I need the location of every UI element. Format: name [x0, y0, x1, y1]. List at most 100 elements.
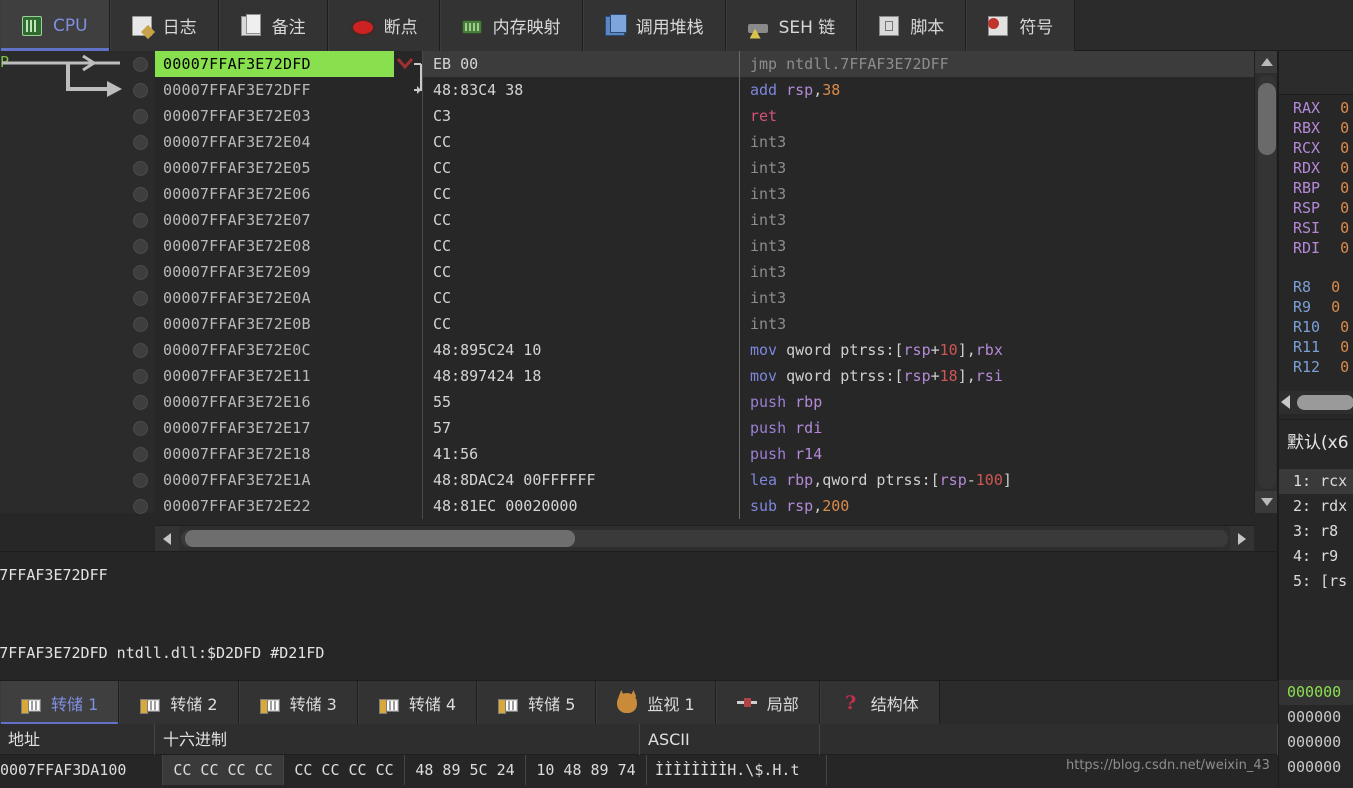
hex-dump-view[interactable]: 地址 十六进制 ASCII 0007FFAF3DA100 CC CC CC CC C…: [0, 724, 1278, 788]
dump-ascii-cell[interactable]: ÌÌÌÌÌÌÌÌH.\$.H.t: [647, 755, 827, 785]
column-header-ascii[interactable]: ASCII: [640, 724, 820, 755]
stack-row[interactable]: 000000: [1279, 730, 1353, 755]
scroll-left-arrow-icon[interactable]: [1281, 395, 1290, 409]
breakpoint-toggle-icon[interactable]: [133, 499, 148, 514]
instruction-text[interactable]: mov qword ptrss:[rsp+18],rsi: [739, 363, 1278, 389]
instruction-address[interactable]: 00007FFAF3E72E16: [155, 389, 394, 415]
instruction-text[interactable]: int3: [739, 233, 1278, 259]
register-horizontal-scrollbar[interactable]: [1279, 391, 1353, 414]
instruction-text[interactable]: lea rbp,qword ptrss:[rsp-100]: [739, 467, 1278, 493]
instruction-bytes[interactable]: CC: [422, 285, 739, 311]
dump-address-cell[interactable]: 0007FFAF3DA100: [0, 755, 163, 785]
breakpoint-toggle-icon[interactable]: [133, 369, 148, 384]
register-row[interactable]: R9 0: [1279, 297, 1353, 317]
instruction-text[interactable]: push rdi: [739, 415, 1278, 441]
tab-5[interactable]: 内存映射: [439, 0, 583, 51]
instruction-text[interactable]: push r14: [739, 441, 1278, 467]
argument-row[interactable]: 1: rcx: [1279, 469, 1353, 494]
instruction-address[interactable]: 00007FFAF3E72E11: [155, 363, 394, 389]
stack-panel[interactable]: 000000 000000 000000 000000: [1278, 680, 1353, 788]
register-row[interactable]: RCX 0: [1279, 138, 1353, 158]
register-value[interactable]: 0: [1340, 138, 1349, 158]
register-row[interactable]: R12 0: [1279, 357, 1353, 377]
instruction-bytes[interactable]: 48:897424 18: [422, 363, 739, 389]
disassembly-row[interactable]: 00007FFAF3E72E09 CC int3: [155, 259, 1278, 285]
dump-hex-group[interactable]: CC CC CC CC: [284, 755, 405, 785]
register-value[interactable]: 0: [1340, 337, 1349, 357]
breakpoint-toggle-icon[interactable]: [133, 421, 148, 436]
register-row[interactable]: RBP 0: [1279, 178, 1353, 198]
breakpoint-toggle-icon[interactable]: [133, 213, 148, 228]
instruction-address[interactable]: 00007FFAF3E72E17: [155, 415, 394, 441]
instruction-text[interactable]: int3: [739, 207, 1278, 233]
register-value[interactable]: 0: [1331, 297, 1340, 317]
register-row[interactable]: RDI 0: [1279, 238, 1353, 258]
instruction-bytes[interactable]: CC: [422, 233, 739, 259]
breakpoint-toggle-icon[interactable]: [133, 109, 148, 124]
instruction-bytes[interactable]: 41:56: [422, 441, 739, 467]
breakpoint-toggle-icon[interactable]: [133, 291, 148, 306]
instruction-bytes[interactable]: 48:83C4 38: [422, 77, 739, 103]
scroll-left-arrow-icon[interactable]: [155, 526, 179, 551]
argument-row[interactable]: 5: [rs: [1279, 569, 1353, 594]
stack-row[interactable]: 000000: [1279, 705, 1353, 730]
instruction-address[interactable]: 00007FFAF3E72E08: [155, 233, 394, 259]
column-header-hex[interactable]: 十六进制: [155, 724, 640, 755]
dump-tab-2[interactable]: 转储 2: [119, 681, 239, 725]
register-row[interactable]: RBX 0: [1279, 118, 1353, 138]
dump-tab-8[interactable]: ? 结构体: [819, 681, 940, 725]
disassembly-row[interactable]: 00007FFAF3E72E1A 48:8DAC24 00FFFFFF lea rb…: [155, 467, 1278, 493]
instruction-address[interactable]: 00007FFAF3E72E0B: [155, 311, 394, 337]
instruction-bytes[interactable]: CC: [422, 181, 739, 207]
disassembly-row[interactable]: 00007FFAF3E72E06 CC int3: [155, 181, 1278, 207]
instruction-address[interactable]: 00007FFAF3E72E06: [155, 181, 394, 207]
disassembly-row[interactable]: 00007FFAF3E72E0A CC int3: [155, 285, 1278, 311]
register-value[interactable]: 0: [1340, 178, 1349, 198]
instruction-bytes[interactable]: CC: [422, 155, 739, 181]
dump-tab-4[interactable]: 转储 4: [357, 681, 478, 725]
instruction-address[interactable]: 00007FFAF3E72E0A: [155, 285, 394, 311]
breakpoint-toggle-icon[interactable]: [133, 135, 148, 150]
instruction-bytes[interactable]: 48:81EC 00020000: [422, 493, 739, 519]
register-row[interactable]: RDX 0: [1279, 158, 1353, 178]
tab-7[interactable]: SEH 链: [725, 0, 858, 51]
register-panel[interactable]: RAX 0 RBX 0 RCX 0 RDX 0 RBP 0 RSP 0 RSI 0 RDI 0 R8 0 R9 0 R1…: [1278, 51, 1353, 680]
register-value[interactable]: 0: [1340, 357, 1349, 377]
scroll-up-arrow-icon[interactable]: [1255, 51, 1278, 73]
instruction-text[interactable]: int3: [739, 155, 1278, 181]
instruction-bytes[interactable]: CC: [422, 207, 739, 233]
instruction-text[interactable]: ret: [739, 103, 1278, 129]
dump-hex-group[interactable]: 48 89 5C 24: [405, 755, 526, 785]
disassembly-row[interactable]: 00007FFAF3E72E18 41:56 push r14: [155, 441, 1278, 467]
disassembly-row[interactable]: 00007FFAF3E72E04 CC int3: [155, 129, 1278, 155]
instruction-text[interactable]: jmp ntdll.7FFAF3E72DFF: [739, 51, 1278, 77]
instruction-text[interactable]: int3: [739, 181, 1278, 207]
argument-row[interactable]: 4: r9: [1279, 544, 1353, 569]
breakpoint-toggle-icon[interactable]: [133, 161, 148, 176]
disassembly-row[interactable]: 00007FFAF3E72E16 55 push rbp: [155, 389, 1278, 415]
disassembly-row[interactable]: 00007FFAF3E72E03 C3 ret: [155, 103, 1278, 129]
hscrollbar-thumb[interactable]: [185, 530, 575, 547]
register-row[interactable]: R10 0: [1279, 317, 1353, 337]
instruction-text[interactable]: int3: [739, 129, 1278, 155]
breakpoint-toggle-icon[interactable]: [133, 447, 148, 462]
instruction-address[interactable]: 00007FFAF3E72E03: [155, 103, 394, 129]
instruction-address[interactable]: 00007FFAF3E72DFF: [155, 77, 394, 103]
register-value[interactable]: 0: [1331, 277, 1340, 297]
disassembly-vertical-scrollbar[interactable]: [1254, 51, 1278, 513]
disassembly-view[interactable]: P 00007FFAF3E72DFD EB 00 jmp ntdll.7FFAF3E…: [0, 51, 1278, 551]
instruction-bytes[interactable]: CC: [422, 259, 739, 285]
tab-4[interactable]: 断点: [327, 0, 440, 51]
breakpoint-toggle-icon[interactable]: [133, 239, 148, 254]
hscrollbar-thumb[interactable]: [1297, 395, 1353, 410]
dump-hex-group[interactable]: 10 48 89 74: [526, 755, 647, 785]
dump-hex-group[interactable]: CC CC CC CC: [163, 755, 284, 785]
breakpoint-toggle-icon[interactable]: [133, 395, 148, 410]
disassembly-row[interactable]: 00007FFAF3E72E0B CC int3: [155, 311, 1278, 337]
dump-tab-1[interactable]: 转储 1: [0, 681, 120, 725]
argument-row[interactable]: 2: rdx: [1279, 494, 1353, 519]
column-header-extra[interactable]: [820, 724, 1278, 755]
breakpoint-toggle-icon[interactable]: [133, 265, 148, 280]
tab-2[interactable]: 日志: [109, 0, 219, 51]
instruction-address[interactable]: 00007FFAF3E72E22: [155, 493, 394, 519]
